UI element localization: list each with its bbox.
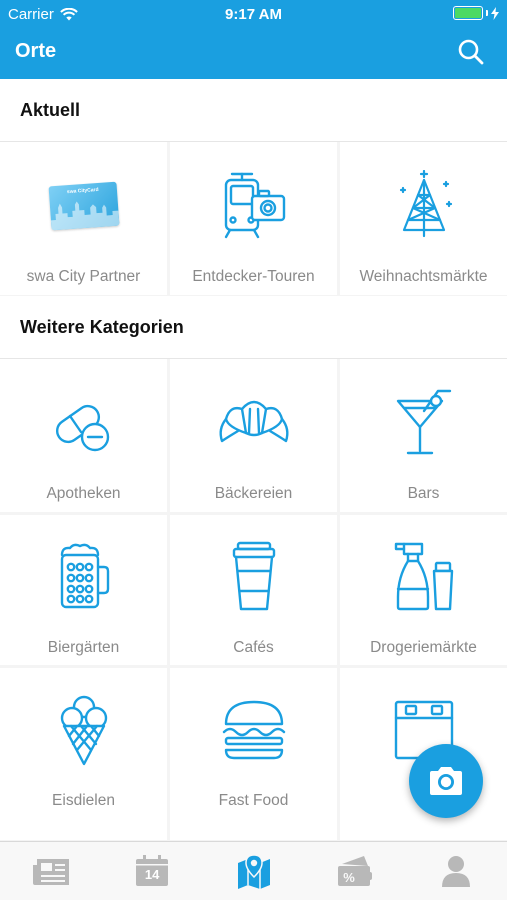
svg-text:%: % [343, 870, 355, 885]
tab-coupons[interactable]: % [304, 842, 405, 900]
tile-swa-city-partner[interactable]: swa CityCard swa City Partner [0, 142, 167, 295]
burger-icon [222, 700, 285, 760]
city-card-image: swa CityCard [48, 181, 119, 231]
pills-icon [55, 404, 109, 452]
tile-fast-food[interactable]: Fast Food [170, 668, 337, 840]
map-icon [237, 854, 270, 889]
tile-label: Fast Food [218, 792, 289, 809]
tile-label: Apotheken [46, 485, 121, 502]
tile-label: Eisdielen [52, 792, 115, 809]
beer-mug-icon [60, 543, 109, 609]
page-title: Orte [15, 40, 57, 62]
calendar-day: 14 [144, 867, 160, 882]
tab-profile[interactable] [406, 842, 507, 900]
tab-calendar[interactable]: 14 [101, 842, 202, 900]
coupon-wallet-icon: % [337, 856, 372, 886]
coffee-cup-icon [232, 541, 275, 611]
section-header-more: Weitere Kategorien [0, 296, 507, 359]
current-grid: swa CityCard swa City Partner Entdecker-… [0, 142, 507, 296]
battery-icon [453, 6, 483, 20]
croissant-icon [218, 400, 289, 443]
tile-label: swa City Partner [26, 268, 141, 285]
tile-eisdielen[interactable]: Eisdielen [0, 668, 167, 840]
camera-icon [430, 767, 462, 795]
calendar-icon: 14 [135, 855, 169, 887]
tab-places[interactable] [203, 842, 304, 900]
battery-indicator [453, 6, 499, 20]
tile-biergaerten[interactable]: Biergärten [0, 515, 167, 665]
tile-label: Biergärten [47, 639, 120, 656]
tile-bars[interactable]: Bars [340, 359, 507, 512]
tile-label: Cafés [233, 639, 274, 656]
tab-news[interactable] [0, 842, 101, 900]
tram-camera-icon [224, 172, 285, 239]
tile-label: Drogeriemärkte [370, 639, 477, 656]
tile-label: Bäckereien [214, 485, 293, 502]
camera-button[interactable] [409, 744, 483, 818]
charging-bolt-icon [491, 6, 499, 20]
tile-weihnachtsmaerkte[interactable]: Weihnachtsmärkte [340, 142, 507, 295]
status-bar: Carrier 9:17 AM [0, 0, 507, 28]
tile-label: Weihnachtsmärkte [359, 268, 488, 285]
section-header-current: Aktuell [0, 79, 507, 142]
tile-drogeriemaerkte[interactable]: Drogeriemärkte [340, 515, 507, 665]
spray-bottle-icon [394, 542, 453, 611]
christmas-tree-icon [399, 170, 452, 238]
cocktail-icon [396, 389, 451, 455]
user-icon [442, 856, 471, 887]
ice-cream-icon [60, 695, 107, 766]
status-time: 9:17 AM [225, 6, 282, 23]
search-icon[interactable] [457, 38, 485, 66]
tile-cafes[interactable]: Cafés [170, 515, 337, 665]
tile-entdecker-touren[interactable]: Entdecker-Touren [170, 142, 337, 295]
newspaper-icon [32, 859, 69, 885]
tile-baeckereien[interactable]: Bäckereien [170, 359, 337, 512]
tile-label: Bars [407, 485, 440, 502]
tile-apotheken[interactable]: Apotheken [0, 359, 167, 512]
app-header: Carrier 9:17 AM Orte [0, 0, 507, 79]
tab-bar: 14 % [0, 841, 507, 900]
tile-label: Entdecker-Touren [192, 268, 315, 285]
